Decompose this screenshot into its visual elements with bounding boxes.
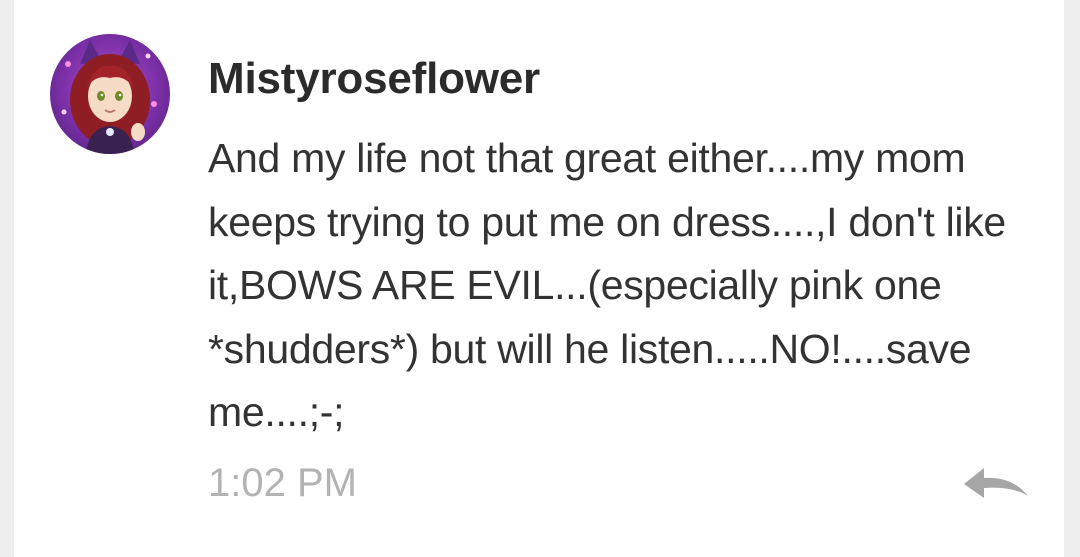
timestamp: 1:02 PM (208, 461, 357, 505)
avatar[interactable] (50, 34, 170, 154)
reply-button[interactable] (960, 456, 1034, 506)
comment-card: Mistyroseflower And my life not that gre… (14, 0, 1064, 557)
reply-arrow-icon (964, 468, 1028, 498)
username[interactable]: Mistyroseflower (208, 54, 540, 104)
avatar-image (61, 40, 157, 154)
comment-message: And my life not that great either....my … (208, 135, 1006, 435)
